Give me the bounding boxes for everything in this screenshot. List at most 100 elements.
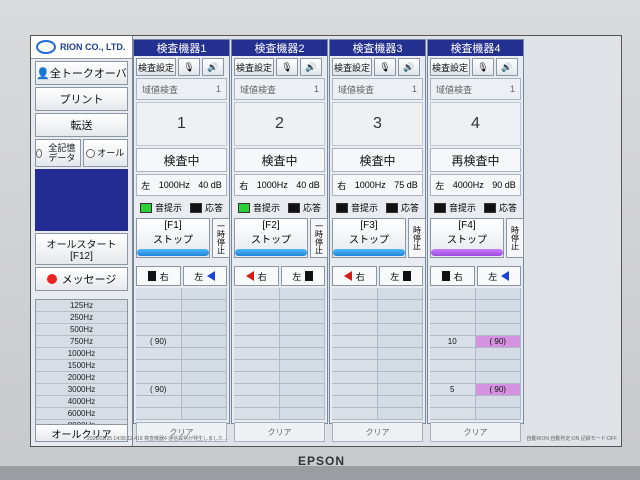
microphone-icon[interactable]: 🎙 xyxy=(178,58,200,76)
result-cell xyxy=(475,312,521,324)
setup-button[interactable]: 検査設定 xyxy=(234,58,274,76)
ear-selector: 右 左 xyxy=(234,266,325,286)
panel-toolbar: 検査設定 🎙 🔊 xyxy=(234,58,325,76)
result-cell xyxy=(377,360,423,372)
pause-button[interactable]: 時停止 xyxy=(408,218,426,258)
result-cell xyxy=(279,372,325,384)
speaker-icon[interactable]: 🔊 xyxy=(398,58,420,76)
inspection-row: 域値検査 1 xyxy=(234,78,325,100)
stop-button[interactable]: [F3] ストップ xyxy=(332,218,406,258)
inspection-label: 域値検査 xyxy=(436,84,473,95)
result-cell xyxy=(332,300,378,312)
result-cell xyxy=(430,360,476,372)
result-cell xyxy=(475,408,521,420)
decibel: 75 dB xyxy=(394,180,418,190)
result-cell: ( 90) xyxy=(136,384,182,396)
result-cell xyxy=(181,384,227,396)
transfer-button[interactable]: 転送 xyxy=(35,113,128,137)
device-number: 2 xyxy=(234,102,325,146)
ear-selector: 右 左 xyxy=(430,266,521,286)
speaker-icon xyxy=(207,271,216,281)
stop-button[interactable]: [F2] ストップ xyxy=(234,218,308,258)
all-memory-data-button[interactable]: 全記憶 データ xyxy=(35,139,81,167)
results-grid: 10( 90) 5( 90) xyxy=(430,288,521,420)
result-cell xyxy=(136,396,182,408)
result-cell: ( 90) xyxy=(136,336,182,348)
pause-button[interactable]: 一時停止 xyxy=(310,218,328,258)
device-panel-4: 検査機器4 検査設定 🎙 🔊 域値検査 1 4 再検査中 左 4000Hz 90 dB… xyxy=(427,39,524,442)
status-left: 2021/01/25 14:05:12.418 検査機器4 通信異常が発生しまし… xyxy=(87,436,229,442)
result-cell xyxy=(332,348,378,360)
result-cell xyxy=(332,372,378,384)
speaker-icon[interactable]: 🔊 xyxy=(300,58,322,76)
frequency-label: 3000Hz xyxy=(36,384,127,396)
right-ear-button[interactable]: 右 xyxy=(430,266,475,286)
all-talk-over-button[interactable]: 👤 全トークオーバ xyxy=(35,61,128,85)
microphone-icon[interactable]: 🎙 xyxy=(276,58,298,76)
result-cell xyxy=(181,408,227,420)
speaker-icon[interactable]: 🔊 xyxy=(202,58,224,76)
microphone-icon[interactable]: 🎙 xyxy=(472,58,494,76)
pause-button[interactable]: 一時停止 xyxy=(212,218,230,258)
result-cell xyxy=(332,336,378,348)
setup-button[interactable]: 検査設定 xyxy=(332,58,372,76)
all-button[interactable]: オール xyxy=(82,139,128,167)
result-cell xyxy=(136,288,182,300)
setup-button[interactable]: 検査設定 xyxy=(430,58,470,76)
result-cell xyxy=(475,360,521,372)
result-cell xyxy=(136,300,182,312)
inspection-label: 域値検査 xyxy=(338,84,375,95)
response-icon xyxy=(483,203,496,214)
test-status: 検査中 xyxy=(136,148,227,172)
result-cell xyxy=(234,408,280,420)
radio-icon xyxy=(86,148,96,158)
tone-indicator: 音提示 xyxy=(433,201,476,214)
frequency-label: 1000Hz xyxy=(36,348,127,360)
result-cell xyxy=(332,396,378,408)
setup-button[interactable]: 検査設定 xyxy=(136,58,176,76)
left-sidebar: RION CO., LTD. 👤 全トークオーバ プリント 転送 全記憶 データ … xyxy=(31,36,133,446)
pause-button[interactable]: 時停止 xyxy=(506,218,524,258)
indicator-row: 音提示 応答 xyxy=(332,198,423,216)
panel-title: 検査機器2 xyxy=(232,40,327,56)
ear-selector: 右 左 xyxy=(332,266,423,286)
print-button[interactable]: プリント xyxy=(35,87,128,111)
ear-side: 右 xyxy=(239,180,249,191)
result-cell xyxy=(475,348,521,360)
response-indicator: 応答 xyxy=(483,201,517,214)
user-icon: 👤 xyxy=(36,67,50,80)
result-cell xyxy=(136,324,182,336)
stop-label: ストップ xyxy=(447,235,487,246)
result-cell xyxy=(181,348,227,360)
result-cell xyxy=(475,288,521,300)
stop-button[interactable]: [F1] ストップ xyxy=(136,218,210,258)
tone-icon xyxy=(237,203,250,214)
microphone-icon[interactable]: 🎙 xyxy=(374,58,396,76)
speaker-icon[interactable]: 🔊 xyxy=(496,58,518,76)
left-ear-button[interactable]: 左 xyxy=(182,266,227,286)
stop-label: ストップ xyxy=(251,235,291,246)
right-ear-label: 右 xyxy=(257,271,267,282)
all-start-button[interactable]: オールスタート [F12] xyxy=(35,233,128,265)
all-memory-data-label: 全記憶 データ xyxy=(48,143,76,163)
result-cell xyxy=(332,288,378,300)
message-button[interactable]: メッセージ xyxy=(35,267,128,291)
left-ear-button[interactable]: 左 xyxy=(378,266,423,286)
right-ear-label: 右 xyxy=(453,271,463,282)
right-ear-button[interactable]: 右 xyxy=(136,266,181,286)
result-cell xyxy=(377,324,423,336)
left-ear-button[interactable]: 左 xyxy=(280,266,325,286)
frequency: 4000Hz xyxy=(452,180,484,190)
right-ear-button[interactable]: 右 xyxy=(234,266,279,286)
frequency-label: 500Hz xyxy=(36,324,127,336)
selection-box xyxy=(35,169,128,231)
results-grid: ( 90) ( 90) xyxy=(136,288,227,420)
result-cell xyxy=(475,300,521,312)
stop-button[interactable]: [F4] ストップ xyxy=(430,218,504,258)
result-cell xyxy=(136,408,182,420)
right-ear-button[interactable]: 右 xyxy=(332,266,377,286)
result-cell xyxy=(377,408,423,420)
result-cell xyxy=(377,312,423,324)
left-ear-button[interactable]: 左 xyxy=(476,266,521,286)
response-indicator: 応答 xyxy=(287,201,321,214)
